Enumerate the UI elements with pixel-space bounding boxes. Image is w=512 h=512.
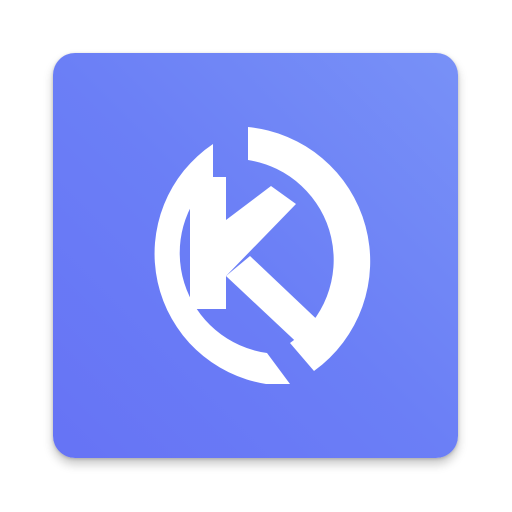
logo-k-upper-arm	[226, 186, 296, 276]
app-icon[interactable]	[53, 53, 458, 458]
icon-stage	[0, 0, 512, 512]
logo-k-stem	[190, 177, 226, 309]
k-circle-logo-icon	[154, 127, 371, 384]
logo-k-lower-leg	[226, 256, 326, 352]
